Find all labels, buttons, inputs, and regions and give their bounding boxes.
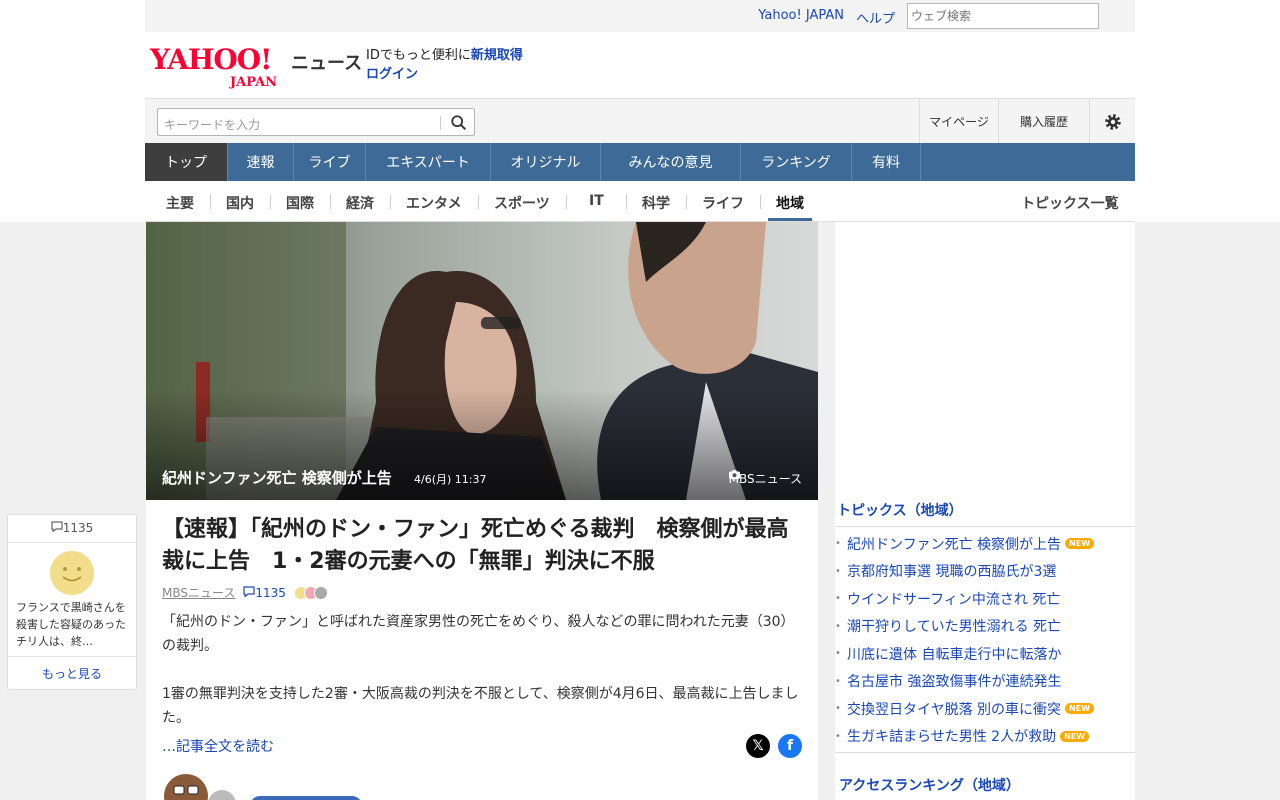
facebook-share-icon[interactable]: f (778, 734, 802, 758)
camera-icon (728, 470, 740, 479)
main-nav-top[interactable]: トップ (145, 143, 228, 181)
main-nav-ranking[interactable]: ランキング (741, 143, 852, 181)
smiley-avatar-icon (50, 551, 94, 595)
article-summary: 「紀州のドン・ファン」と呼ばれた資産家男性の死亡をめぐり、殺人などの罪に問われた… (162, 614, 799, 726)
x-share-icon[interactable]: 𝕏 (746, 734, 770, 758)
comment-count[interactable]: 1135 (243, 586, 286, 600)
article-meta: MBSニュース 1135 (162, 584, 328, 601)
cat-entertainment[interactable]: エンタメ (406, 193, 462, 213)
yahoo-japan-link[interactable]: Yahoo! JAPAN (758, 8, 844, 27)
search-row: キーワードを入力 マイページ 購入履歴 (145, 98, 1135, 144)
cat-region[interactable]: 地域 (776, 193, 804, 213)
cat-economy[interactable]: 経済 (346, 193, 374, 213)
signup-link[interactable]: 新規取得 (471, 48, 523, 63)
ranking-heading[interactable]: アクセスランキング（地域） (835, 752, 1135, 800)
hero-image[interactable]: 紀州ドンファン死亡 検察側が上告 4/6(月) 11:37 MBSニュース (146, 222, 818, 500)
gear-icon (1104, 113, 1121, 130)
topics-list: 紀州ドンファン死亡 検察側が上告NEW 京都府知事選 現職の西脇氏が3選 ウイン… (835, 530, 1135, 750)
hero-caption[interactable]: 紀州ドンファン死亡 検察側が上告 (162, 467, 392, 488)
featured-comment[interactable]: フランスで黒崎さんを殺害した容疑のあったチリ人は、終… (8, 542, 136, 657)
cat-international[interactable]: 国際 (286, 193, 314, 213)
topics-heading[interactable]: トピックス（地域） (835, 500, 1135, 527)
search-divider (440, 116, 441, 130)
comment-float-panel: 1135 フランスで黒崎さんを殺害した容疑のあったチリ人は、終… もっと見る (7, 514, 137, 690)
main-nav: トップ 速報 ライブ エキスパート オリジナル みんなの意見 ランキング 有料 (145, 143, 1135, 181)
publisher-link[interactable]: MBSニュース (162, 584, 235, 601)
float-comment-count[interactable]: 1135 (8, 521, 136, 535)
topic-item[interactable]: 名古屋市 強盗致傷事件が連続発生 (835, 668, 1135, 696)
active-tab-underline (768, 218, 812, 221)
keyword-search-input[interactable]: キーワードを入力 (164, 116, 260, 133)
web-search-input[interactable] (907, 3, 1099, 29)
main-nav-original[interactable]: オリジナル (491, 143, 601, 181)
topic-item[interactable]: 紀州ドンファン死亡 検察側が上告NEW (835, 530, 1135, 558)
see-more-comments-link[interactable]: もっと見る (8, 665, 136, 682)
hero-datetime: 4/6(月) 11:37 (414, 473, 487, 486)
main-nav-paid[interactable]: 有料 (852, 143, 921, 181)
new-badge: NEW (1060, 730, 1090, 742)
topic-item[interactable]: 京都府知事選 現職の西脇氏が3選 (835, 558, 1135, 586)
read-full-article-link[interactable]: …記事全文を読む (162, 736, 274, 756)
cat-it[interactable]: IT (589, 193, 604, 209)
article-card: 【速報】「紀州のドン・ファン」死亡めぐる裁判 検察側が最高裁に上告 1・2審の元… (146, 500, 818, 800)
site-header: YAHOO! JAPAN ニュース IDでもっと便利に新規取得 ログイン (145, 32, 1135, 98)
main-nav-flash[interactable]: 速報 (228, 143, 294, 181)
purchase-history-button[interactable]: 購入履歴 (998, 99, 1089, 144)
login-box: IDでもっと便利に新規取得 ログイン (366, 48, 523, 82)
expert-avatars (164, 774, 236, 800)
topic-item[interactable]: ウインドサーフィン中流され 死亡 (835, 585, 1135, 613)
cat-sports[interactable]: スポーツ (494, 193, 550, 213)
main-nav-opinions[interactable]: みんなの意見 (601, 143, 741, 181)
keyword-search-box[interactable]: キーワードを入力 (157, 108, 475, 136)
article-headline[interactable]: 【速報】「紀州のドン・ファン」死亡めぐる裁判 検察側が最高裁に上告 1・2審の元… (162, 514, 802, 578)
cat-science[interactable]: 科学 (642, 193, 670, 213)
reaction-faces (293, 585, 328, 600)
cat-life[interactable]: ライフ (702, 193, 744, 213)
topic-item[interactable]: 川底に遺体 自転車走行中に転落か (835, 640, 1135, 668)
new-badge: NEW (1065, 538, 1095, 550)
share-buttons: 𝕏 f (746, 734, 802, 758)
right-sidebar: トピックス（地域） 紀州ドンファン死亡 検察側が上告NEW 京都府知事選 現職の… (835, 222, 1135, 800)
topics-list-link[interactable]: トピックス一覧 (1021, 193, 1119, 213)
featured-comment-text: フランスで黒崎さんを殺害した容疑のあったチリ人は、終… (16, 601, 126, 648)
new-badge: NEW (1065, 703, 1095, 715)
news-title: ニュース (291, 53, 363, 74)
main-nav-live[interactable]: ライブ (294, 143, 366, 181)
main-nav-expert[interactable]: エキスパート (366, 143, 491, 181)
utility-bar: Yahoo! JAPAN ヘルプ (145, 0, 1135, 32)
search-icon[interactable] (450, 114, 468, 132)
hero-photo (146, 222, 818, 500)
comment-icon (243, 585, 256, 598)
yahoo-logo[interactable]: YAHOO! JAPAN (150, 46, 277, 91)
settings-button[interactable] (1089, 99, 1135, 144)
help-link[interactable]: ヘルプ (856, 8, 895, 27)
comment-icon (51, 521, 63, 533)
cat-domestic[interactable]: 国内 (226, 193, 254, 213)
topic-item[interactable]: 潮干狩りしていた男性溺れる 死亡 (835, 613, 1135, 641)
cat-main[interactable]: 主要 (166, 193, 194, 213)
mypage-button[interactable]: マイページ (919, 99, 998, 144)
topic-item[interactable]: 交換翌日タイヤ脱落 別の車に衝突NEW (835, 695, 1135, 723)
login-link[interactable]: ログイン (366, 67, 418, 82)
hero-source: MBSニュース (728, 470, 802, 486)
category-nav: 主要 国内 国際 経済 エンタメ スポーツ IT 科学 ライフ 地域 トピックス… (145, 181, 1135, 222)
topic-item[interactable]: 生ガキ詰まらせた男性 2人が救助NEW (835, 723, 1135, 751)
expert-comment-button[interactable] (250, 796, 362, 800)
